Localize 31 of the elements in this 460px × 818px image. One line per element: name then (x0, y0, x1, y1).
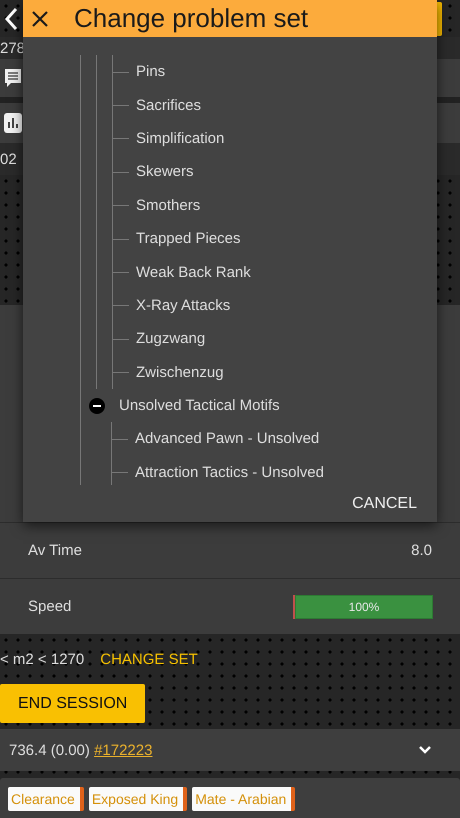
tree-item[interactable]: Attraction Tactics - Unsolved (135, 464, 324, 481)
chevron-down-icon[interactable] (418, 745, 432, 755)
time-text: 02 (0, 150, 17, 168)
tree-item[interactable]: Trapped Pieces (136, 230, 241, 248)
problem-link[interactable]: #172223 (94, 742, 152, 758)
result-row[interactable]: 736.4 (0.00) #172223 (0, 729, 460, 771)
tree-item[interactable]: Advanced Pawn - Unsolved (135, 430, 320, 448)
rating-range: < m2 < 1270 (0, 650, 84, 668)
change-set-link[interactable]: CHANGE SET (100, 650, 198, 668)
tree-item[interactable]: Zwischenzug (136, 364, 224, 381)
tree-item[interactable]: X-Ray Attacks (136, 296, 230, 314)
stat-label: Speed (28, 598, 72, 615)
tree-item[interactable]: Sacrifices (136, 96, 202, 114)
dialog-title: Change problem set (74, 3, 308, 34)
back-icon[interactable] (4, 6, 18, 30)
stat-value: 8.0 (411, 542, 432, 559)
speed-reading: 100% (348, 598, 380, 616)
end-session-button[interactable]: END SESSION (0, 684, 146, 723)
tree-item[interactable]: Zugzwang (136, 330, 206, 348)
tree-item[interactable]: Smothers (136, 196, 200, 214)
stat-label: Av Time (28, 542, 82, 559)
tree-item[interactable]: Pins (136, 63, 166, 80)
tree-item[interactable]: Unsolved Tactical Motifs (119, 397, 280, 414)
bar-chart-icon[interactable] (3, 112, 23, 134)
collapse-icon[interactable] (89, 398, 105, 414)
score-text: 736.4 (0.00) #172223 (9, 742, 152, 758)
comment-icon[interactable] (3, 67, 23, 89)
cancel-button[interactable]: CANCEL (352, 494, 417, 512)
tree-item[interactable]: Weak Back Rank (136, 264, 251, 281)
tree-item[interactable]: Skewers (136, 163, 194, 180)
tree-item[interactable]: Simplification (136, 130, 224, 147)
